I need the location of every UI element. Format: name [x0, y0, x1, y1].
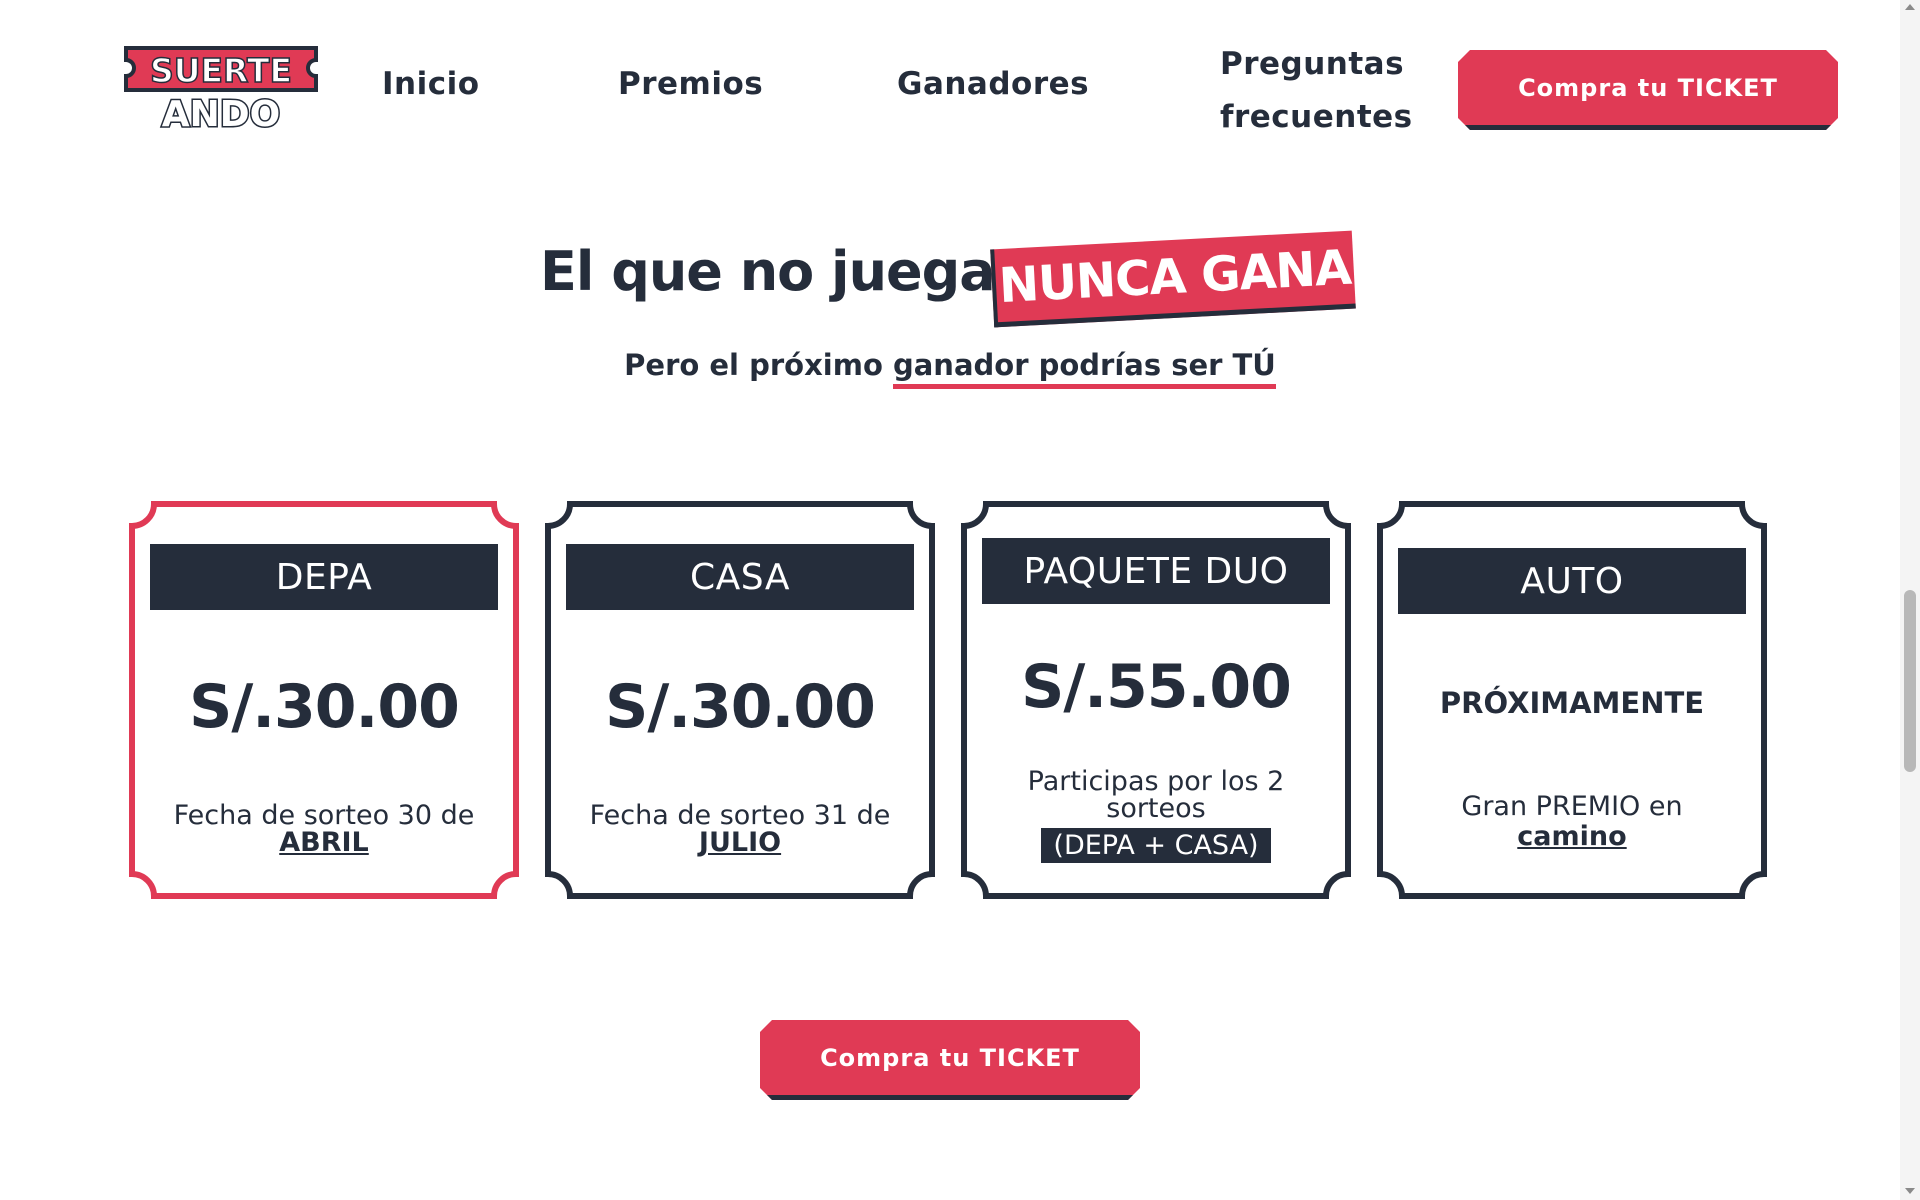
nav-ganadores[interactable]: Ganadores [897, 66, 1089, 102]
hero-subtitle-underlined: ganador podrías ser TÚ [892, 348, 1276, 389]
hero-subtitle: Pero el próximo ganador podrías ser TÚ [0, 348, 1900, 389]
vertical-scrollbar[interactable] [1900, 0, 1920, 1200]
prize-card-depa[interactable]: DEPA S/.30.00 Fecha de sorteo 30 de ABRI… [128, 500, 520, 900]
main-buy-ticket-button[interactable]: Compra tu TICKET [760, 1020, 1140, 1100]
card-description-emphasis: JULIO [698, 827, 782, 858]
card-description-text: Participas por los 2 sorteos [1027, 766, 1285, 824]
site-header: SUERTE ANDO Inicio Premios Ganadores Pre… [0, 0, 1900, 150]
scroll-up-arrow-icon[interactable] [1905, 4, 1915, 10]
card-description: Participas por los 2 sorteos (DEPA + CAS… [980, 768, 1332, 863]
nav-faq-line2: frecuentes [1220, 99, 1413, 135]
nav-premios[interactable]: Premios [618, 66, 763, 102]
scroll-down-arrow-icon[interactable] [1905, 1188, 1915, 1194]
hero-subtitle-prefix: Pero el próximo [624, 348, 893, 382]
suerteando-logo[interactable]: SUERTE ANDO [118, 40, 324, 132]
card-title: CASA [566, 544, 914, 610]
card-title: DEPA [150, 544, 498, 610]
card-combo-tag: (DEPA + CASA) [1041, 828, 1271, 863]
card-description-text: Gran PREMIO en [1461, 791, 1683, 822]
card-title: AUTO [1398, 548, 1746, 614]
nav-faq-line1: Preguntas [1220, 46, 1405, 82]
prize-card-auto[interactable]: AUTO PRÓXIMAMENTE Gran PREMIO en camino [1376, 500, 1768, 900]
card-description-emphasis: camino [1517, 821, 1627, 852]
logo-line2: ANDO [162, 94, 280, 132]
card-description: Fecha de sorteo 31 de JULIO [564, 802, 916, 856]
logo-line1: SUERTE [150, 51, 292, 90]
nav-preguntas-frecuentes[interactable]: Preguntas frecuentes [1220, 38, 1412, 144]
hero-highlight-text: NUNCA GANA [997, 239, 1353, 314]
header-buy-ticket-button[interactable]: Compra tu TICKET [1458, 50, 1838, 130]
card-price: S/.30.00 [605, 672, 876, 742]
card-price: S/.55.00 [1021, 652, 1292, 722]
hero-title: El que no juega, [540, 240, 1015, 303]
hero-highlight-badge: NUNCA GANA [990, 230, 1356, 328]
card-title: PAQUETE DUO [982, 538, 1330, 604]
card-description: Gran PREMIO en camino [1396, 792, 1748, 852]
card-description-emphasis: ABRIL [279, 827, 369, 858]
card-description: Fecha de sorteo 30 de ABRIL [148, 802, 500, 856]
card-price: S/.30.00 [189, 672, 460, 742]
prize-card-casa[interactable]: CASA S/.30.00 Fecha de sorteo 31 de JULI… [544, 500, 936, 900]
scrollbar-thumb[interactable] [1904, 590, 1916, 772]
nav-inicio[interactable]: Inicio [382, 66, 480, 102]
prize-card-paquete-duo[interactable]: PAQUETE DUO S/.55.00 Participas por los … [960, 500, 1352, 900]
card-status: PRÓXIMAMENTE [1439, 686, 1705, 720]
